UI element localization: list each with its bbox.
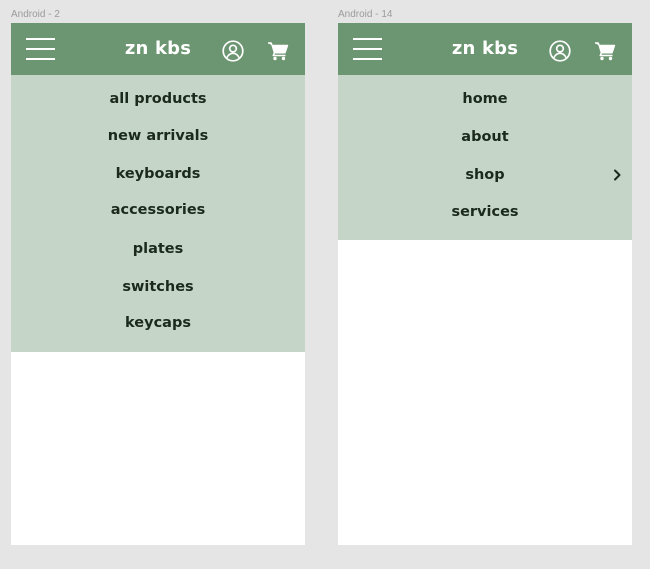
user-circle-icon <box>549 40 571 62</box>
menu-item-all-products[interactable]: all products <box>11 89 305 109</box>
menu-item-keyboards[interactable]: keyboards <box>11 164 305 184</box>
brand-logo[interactable]: zn kbs <box>338 37 632 61</box>
user-circle-icon <box>222 40 244 62</box>
app-header: zn kbs <box>11 23 305 75</box>
menu-item-shop[interactable]: shop <box>338 165 632 185</box>
menu-item-about[interactable]: about <box>338 127 632 147</box>
frame-label: Android - 14 <box>338 9 393 20</box>
menu-item-plates[interactable]: plates <box>11 239 305 259</box>
shopping-cart-icon <box>268 42 289 61</box>
menu-item-accessories[interactable]: accessories <box>11 200 305 220</box>
menu-item-home[interactable]: home <box>338 89 632 109</box>
nav-menu: home about shop services <box>338 75 632 240</box>
cart-button[interactable] <box>267 41 289 61</box>
brand-logo[interactable]: zn kbs <box>11 37 305 61</box>
account-button[interactable] <box>222 40 244 62</box>
account-button[interactable] <box>549 40 571 62</box>
menu-item-new-arrivals[interactable]: new arrivals <box>11 126 305 146</box>
frame-label: Android - 2 <box>11 9 60 20</box>
phone-frame-android-14: zn kbs home about shop services <box>338 23 632 545</box>
menu-item-services[interactable]: services <box>338 202 632 222</box>
phone-frame-android-2: zn kbs all products new arrivals keyboar… <box>11 23 305 545</box>
app-header: zn kbs <box>338 23 632 75</box>
menu-item-keycaps[interactable]: keycaps <box>11 313 305 333</box>
nav-menu: all products new arrivals keyboards acce… <box>11 75 305 352</box>
shopping-cart-icon <box>595 42 616 61</box>
chevron-right-icon[interactable] <box>612 169 622 181</box>
menu-item-switches[interactable]: switches <box>11 277 305 297</box>
cart-button[interactable] <box>594 41 616 61</box>
